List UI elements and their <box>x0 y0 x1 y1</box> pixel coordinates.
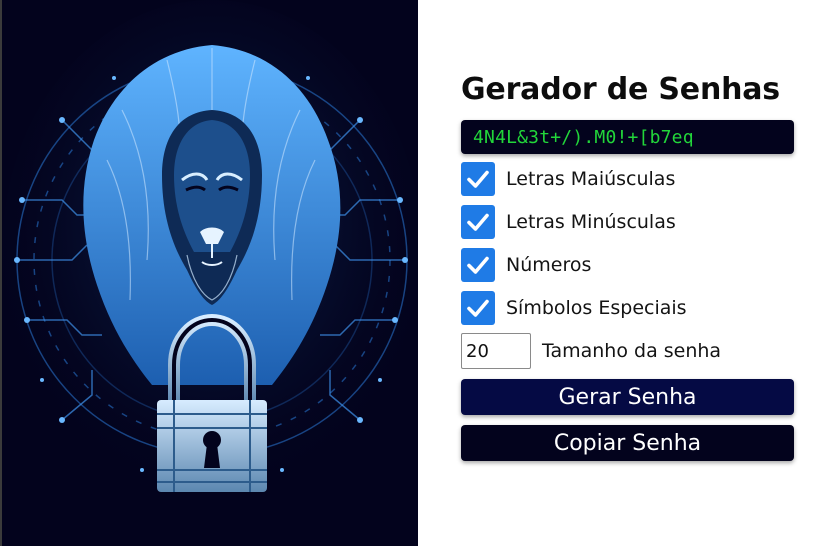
option-symbols[interactable]: Símbolos Especiais <box>461 290 794 326</box>
option-lowercase[interactable]: Letras Minúsculas <box>461 204 794 240</box>
checkmark-icon <box>467 256 489 274</box>
option-label: Letras Maiúsculas <box>506 168 676 190</box>
page-title: Gerador de Senhas <box>461 72 780 107</box>
password-length-label: Tamanho da senha <box>542 340 722 362</box>
generator-panel: Gerador de Senhas 4N4L&3t+/).M0!+[b7eq L… <box>461 68 794 461</box>
checkbox-symbols[interactable] <box>461 291 495 325</box>
option-label: Letras Minúsculas <box>506 211 676 233</box>
option-label: Símbolos Especiais <box>506 297 687 319</box>
password-generator-page: Gerador de Senhas 4N4L&3t+/).M0!+[b7eq L… <box>0 0 836 546</box>
checkbox-numbers[interactable] <box>461 248 495 282</box>
password-display: 4N4L&3t+/).M0!+[b7eq <box>461 120 794 154</box>
checkbox-lowercase[interactable] <box>461 205 495 239</box>
checkmark-icon <box>467 213 489 231</box>
checkmark-icon <box>467 299 489 317</box>
checkbox-uppercase[interactable] <box>461 162 495 196</box>
checkmark-icon <box>467 170 489 188</box>
password-length-row: Tamanho da senha <box>461 333 794 369</box>
generate-password-button[interactable]: Gerar Senha <box>461 379 794 415</box>
option-label: Números <box>506 254 592 276</box>
option-numbers[interactable]: Números <box>461 247 794 283</box>
lion-padlock-icon <box>2 0 418 546</box>
copy-password-button[interactable]: Copiar Senha <box>461 425 794 461</box>
hero-image <box>0 0 418 546</box>
option-uppercase[interactable]: Letras Maiúsculas <box>461 161 794 197</box>
password-length-input[interactable] <box>461 333 531 369</box>
